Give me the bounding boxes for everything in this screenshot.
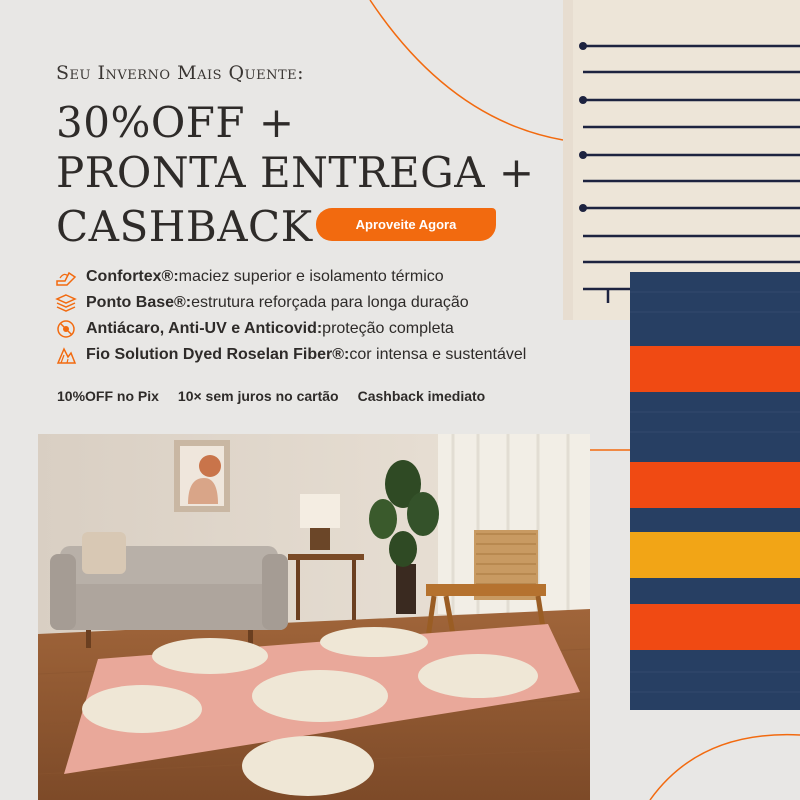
feature-text: cor intensa e sustentável: [349, 346, 527, 363]
promo-kicker: Seu Inverno Mais Quente:: [56, 62, 305, 84]
feature-text: estrutura reforçada para longa duração: [191, 294, 469, 311]
feature-title: Fio Solution Dyed Roselan Fiber®:: [86, 346, 350, 363]
perk-pix-discount: 10%OFF no Pix: [57, 388, 159, 404]
feature-title: Confortex®:: [86, 268, 179, 285]
living-room-photo: [38, 434, 590, 800]
fabric-hand-icon: [54, 266, 78, 288]
feature-item: Antiácaro, Anti-UV e Anticovid: proteção…: [54, 316, 526, 342]
shop-now-button[interactable]: Aproveite Agora: [316, 208, 496, 241]
feature-text: maciez superior e isolamento térmico: [178, 268, 444, 285]
feature-item: Confortex®: maciez superior e isolamento…: [54, 264, 526, 290]
layers-base-icon: [54, 292, 78, 314]
payment-perks: 10%OFF no Pix 10× sem juros no cartão Ca…: [57, 388, 485, 404]
headline-delivery: PRONTA ENTREGA +: [56, 148, 535, 197]
feature-text: proteção completa: [322, 320, 454, 337]
striped-rug-swatch: [630, 272, 800, 710]
headline-cashback: CASHBACK: [56, 202, 313, 251]
feature-title: Antiácaro, Anti-UV e Anticovid:: [86, 320, 323, 337]
yarn-fiber-icon: [54, 344, 78, 366]
feature-title: Ponto Base®:: [86, 294, 192, 311]
perk-cashback: Cashback imediato: [357, 388, 486, 404]
shield-mite-icon: [54, 318, 78, 340]
feature-item: Fio Solution Dyed Roselan Fiber®: cor in…: [54, 342, 526, 368]
perk-installments: 10× sem juros no cartão: [177, 388, 339, 404]
headline-discount: 30%OFF +: [56, 98, 295, 147]
feature-list: Confortex®: maciez superior e isolamento…: [54, 264, 526, 368]
feature-item: Ponto Base®: estrutura reforçada para lo…: [54, 290, 526, 316]
